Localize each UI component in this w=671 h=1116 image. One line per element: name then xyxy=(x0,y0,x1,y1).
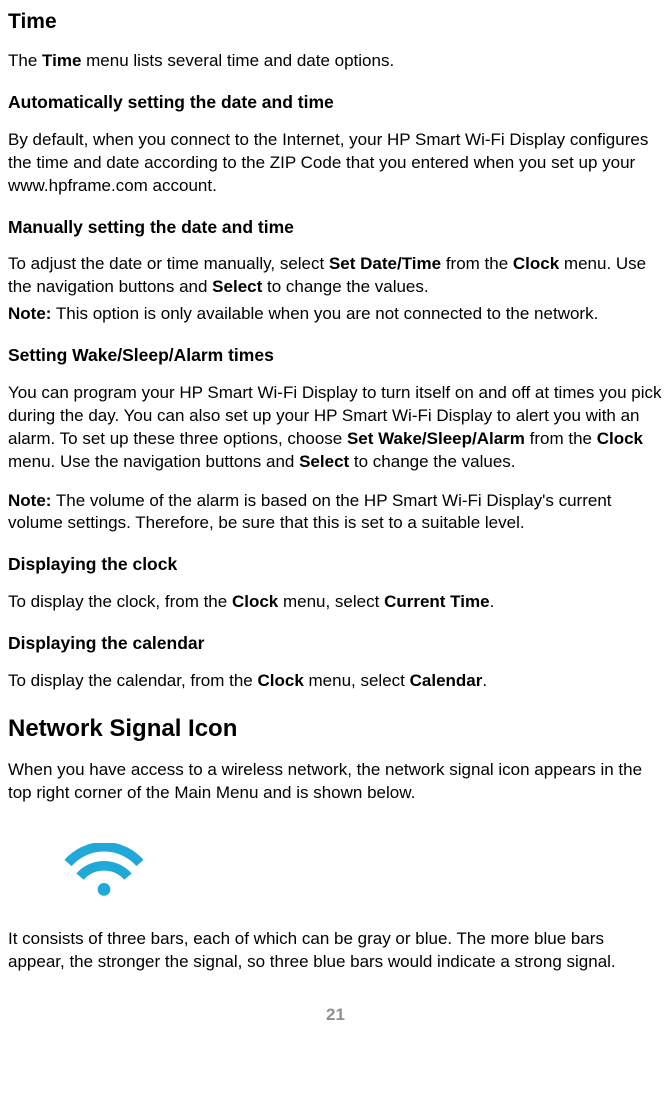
clock-bold: Clock xyxy=(257,671,303,690)
page-number: 21 xyxy=(8,1004,663,1027)
wake-heading: Setting Wake/Sleep/Alarm times xyxy=(8,344,663,368)
text: To display the calendar, from the xyxy=(8,671,257,690)
manual-heading: Manually setting the date and time xyxy=(8,216,663,240)
note-body: This option is only available when you a… xyxy=(51,304,598,323)
wake-body: You can program your HP Smart Wi-Fi Disp… xyxy=(8,382,663,474)
set-wake-bold: Set Wake/Sleep/Alarm xyxy=(347,429,525,448)
calendar-body: To display the calendar, from the Clock … xyxy=(8,670,663,693)
wake-note: Note: The volume of the alarm is based o… xyxy=(8,490,663,536)
auto-heading: Automatically setting the date and time xyxy=(8,91,663,115)
text: . xyxy=(490,592,495,611)
calendar-bold: Calendar xyxy=(410,671,483,690)
network-body-1: When you have access to a wireless netwo… xyxy=(8,759,663,805)
note-label: Note: xyxy=(8,491,51,510)
clock-bold: Clock xyxy=(597,429,643,448)
network-heading: Network Signal Icon xyxy=(8,713,663,745)
note-label: Note: xyxy=(8,304,51,323)
clock-bold: Clock xyxy=(232,592,278,611)
current-time-bold: Current Time xyxy=(384,592,490,611)
time-heading: Time xyxy=(8,8,663,36)
wifi-icon xyxy=(64,843,144,899)
text: menu. Use the navigation buttons and xyxy=(8,452,299,471)
text: menu lists several time and date options… xyxy=(81,51,394,70)
network-body-2: It consists of three bars, each of which… xyxy=(8,928,663,974)
text: menu, select xyxy=(278,592,384,611)
time-bold: Time xyxy=(42,51,81,70)
text: from the xyxy=(441,254,513,273)
calendar-heading: Displaying the calendar xyxy=(8,632,663,656)
set-date-time-bold: Set Date/Time xyxy=(329,254,441,273)
wifi-icon-wrap xyxy=(8,821,663,928)
select-bold: Select xyxy=(299,452,349,471)
clock-bold: Clock xyxy=(513,254,559,273)
select-bold: Select xyxy=(212,277,262,296)
manual-body: To adjust the date or time manually, sel… xyxy=(8,253,663,299)
text: menu, select xyxy=(304,671,410,690)
auto-body: By default, when you connect to the Inte… xyxy=(8,129,663,198)
clock-body: To display the clock, from the Clock men… xyxy=(8,591,663,614)
note-body: The volume of the alarm is based on the … xyxy=(8,491,612,533)
text: . xyxy=(482,671,487,690)
text: The xyxy=(8,51,42,70)
text: To display the clock, from the xyxy=(8,592,232,611)
clock-heading: Displaying the clock xyxy=(8,553,663,577)
text: to change the values. xyxy=(262,277,428,296)
time-intro: The Time menu lists several time and dat… xyxy=(8,50,663,73)
text: from the xyxy=(525,429,597,448)
manual-note: Note: This option is only available when… xyxy=(8,303,663,326)
text: To adjust the date or time manually, sel… xyxy=(8,254,329,273)
text: to change the values. xyxy=(349,452,515,471)
